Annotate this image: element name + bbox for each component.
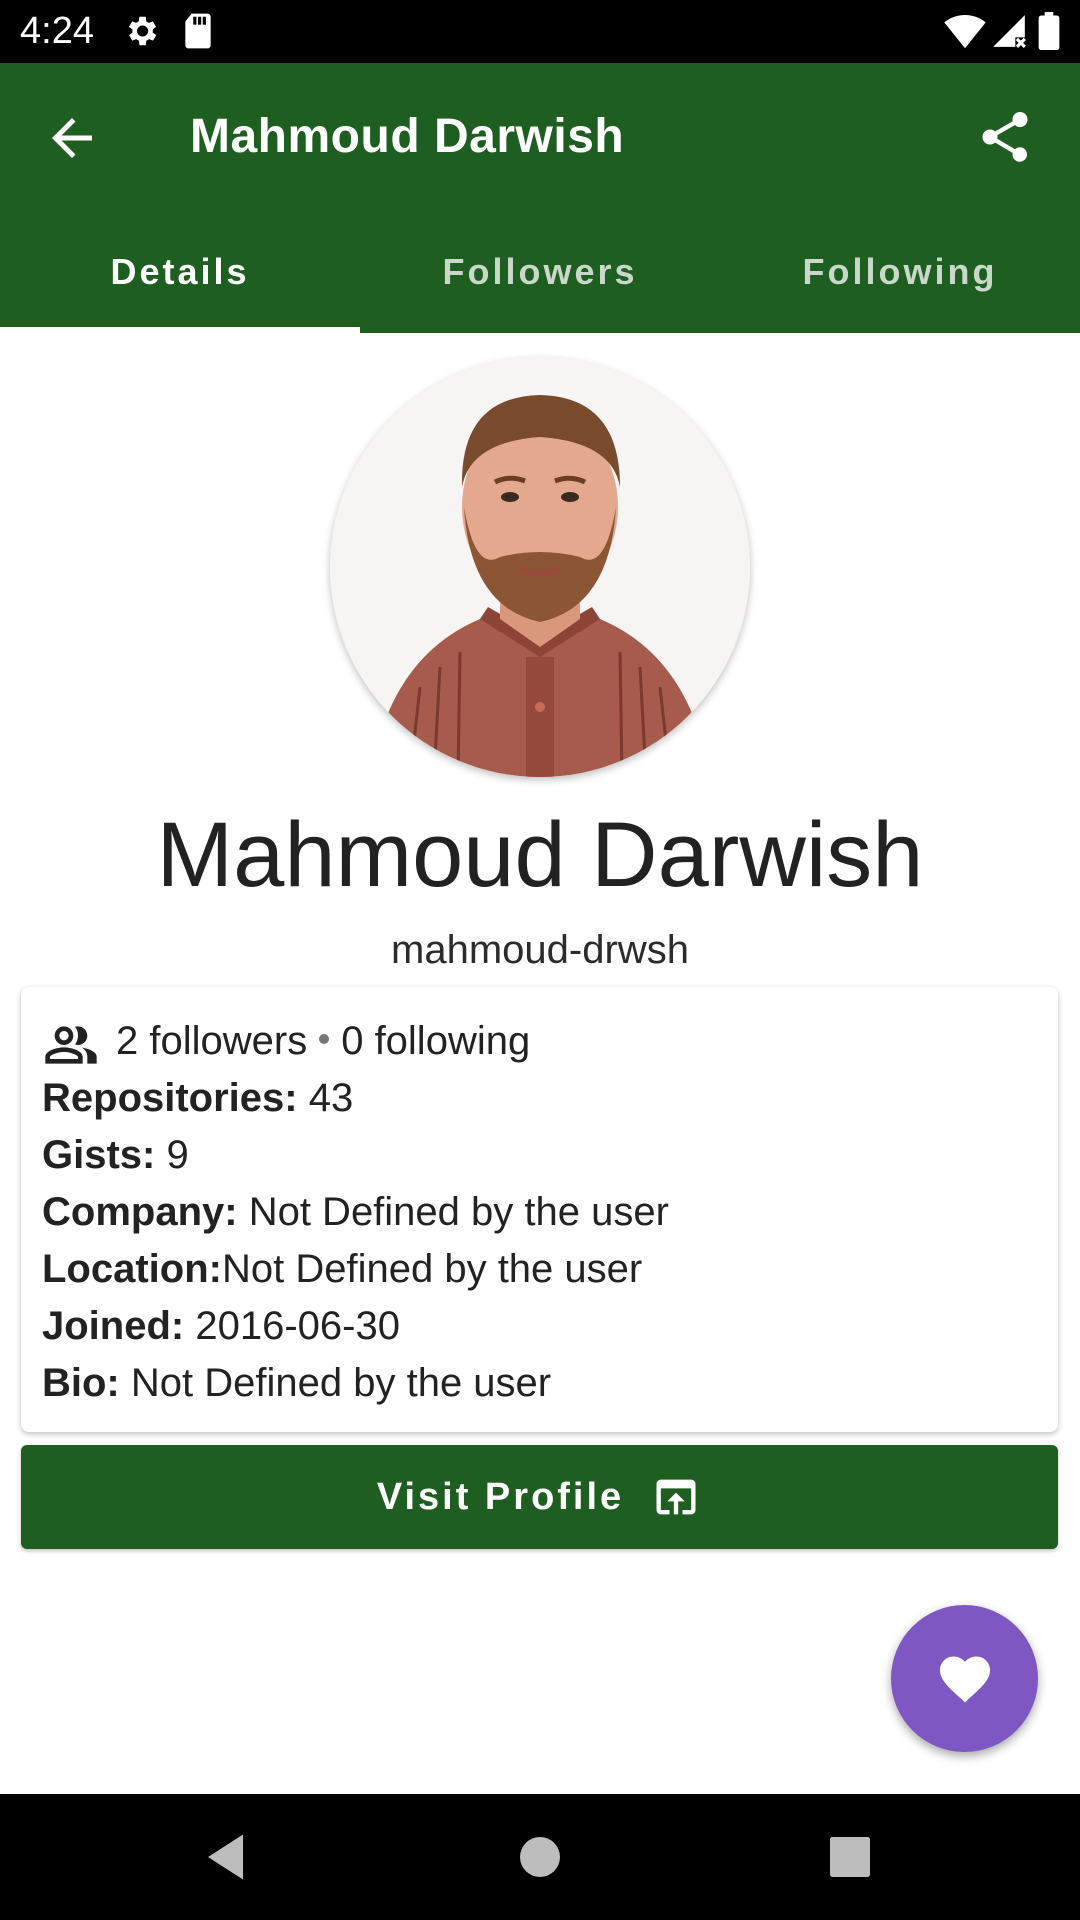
tab-followers[interactable]: Followers [360,210,720,333]
gists-label: Gists: [42,1133,156,1177]
settings-icon [128,16,157,46]
repositories-row: Repositories: 43 [42,1070,353,1126]
details-card: 2 followers 0 following Repositories: 43 … [21,987,1058,1432]
following-count[interactable]: 0 following [341,1019,530,1063]
tab-bar: Details Followers Following [0,210,1080,333]
tab-following[interactable]: Following [720,210,1080,333]
gists-row: Gists: 9 [42,1127,189,1183]
arrow-left-icon[interactable] [42,108,102,168]
bio-value: Not Defined by the user [119,1361,552,1405]
page-title: Mahmoud Darwish [190,110,625,163]
company-label: Company: [42,1190,238,1234]
status-time: 4:24 [20,10,94,52]
wifi-icon [944,14,986,49]
bio-row: Bio: Not Defined by the user [42,1355,551,1411]
repositories-label: Repositories: [42,1076,298,1120]
followers-count[interactable]: 2 followers [116,1019,307,1063]
visit-profile-label: Visit Profile [376,1475,625,1518]
sd-card-icon [185,13,211,49]
location-label: Location: [42,1247,222,1291]
share-icon[interactable] [975,107,1035,167]
joined-row: Joined: 2016-06-30 [42,1298,400,1354]
favorite-fab[interactable] [891,1605,1038,1752]
back-triangle-icon[interactable] [198,1827,258,1887]
heart-icon [939,1656,990,1702]
joined-value: 2016-06-30 [184,1304,400,1348]
location-value: Not Defined by the user [221,1247,643,1291]
profile-username: mahmoud-drwsh [391,928,689,972]
open-in-browser-icon [656,1479,696,1515]
signal-icon [993,15,1026,48]
profile-name: Mahmoud Darwish [156,804,924,906]
people-icon [45,1026,97,1064]
separator-dot [319,1034,330,1045]
gists-value: 9 [155,1133,189,1177]
status-bar: 4:24 [0,0,1080,63]
avatar [330,357,750,777]
avatar-image [330,357,750,777]
location-row: Location:Not Defined by the user [42,1241,642,1297]
battery-icon [1038,12,1060,50]
tab-details[interactable]: Details [0,210,360,333]
joined-label: Joined: [42,1304,185,1348]
visit-profile-button[interactable]: Visit Profile [21,1445,1058,1549]
followers-row: 2 followers 0 following [116,1013,530,1069]
home-circle-icon[interactable] [510,1827,570,1887]
repositories-value: 43 [297,1076,354,1120]
recents-square-icon[interactable] [820,1827,880,1887]
app-bar: Mahmoud Darwish [0,63,1080,210]
system-nav-bar [0,1794,1080,1920]
bio-label: Bio: [42,1361,120,1405]
company-row: Company: Not Defined by the user [42,1184,669,1240]
company-value: Not Defined by the user [237,1190,669,1234]
